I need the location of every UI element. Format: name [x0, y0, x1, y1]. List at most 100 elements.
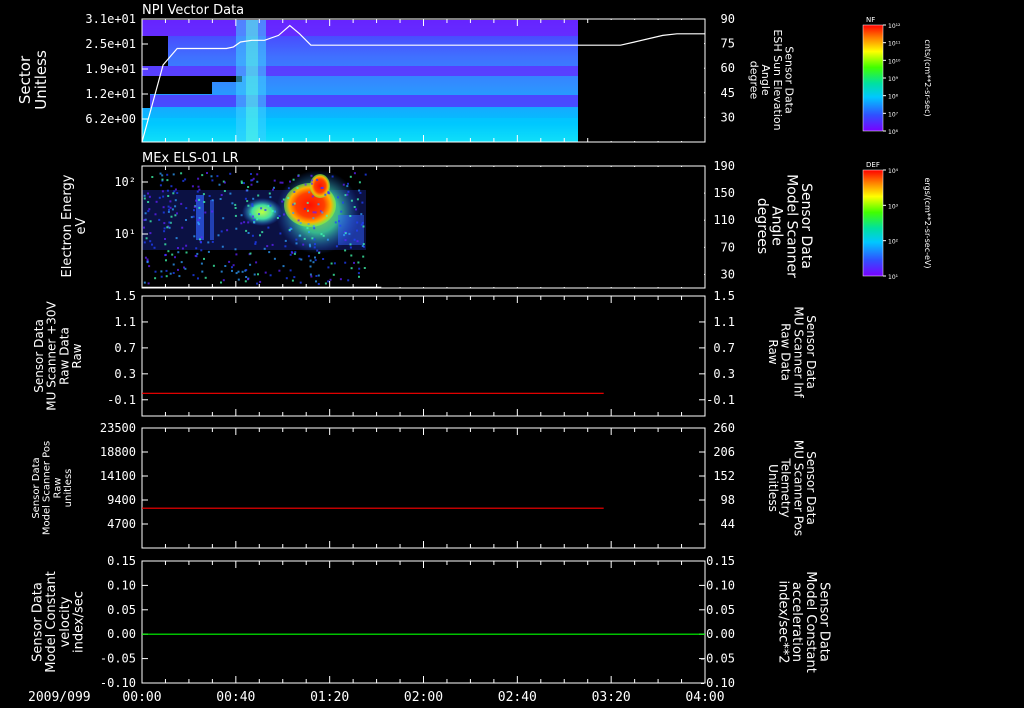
els-speckle-dot	[185, 207, 188, 210]
els-speckle-dot	[204, 276, 207, 279]
els-speckle-dot	[330, 262, 333, 265]
els-speckle-dot	[153, 246, 156, 249]
els-speckle-dot	[247, 221, 250, 224]
y-tick-label: -0.10	[100, 676, 136, 690]
els-speckle-dot	[231, 269, 233, 272]
els-speckle-dot	[364, 173, 367, 176]
y-tick-label: 30	[721, 110, 735, 124]
nf-colorbar-bar	[862, 24, 884, 132]
els-speckle-dot	[164, 253, 167, 256]
els-speckle-dot	[143, 281, 146, 284]
els-speckle-dot	[289, 269, 292, 272]
els-speckle-dot	[337, 196, 339, 199]
npi-right-label: Sensor DataESH Sun ElevationAngledegree	[748, 29, 796, 130]
els-speckle-dot	[304, 183, 307, 186]
els-speckle-dot	[243, 221, 246, 224]
nf-colorbar-units-line: cnts/(cm**2-sr-sec)	[923, 39, 932, 116]
els-speckle-dot	[332, 273, 335, 276]
els-speckle-dot	[198, 188, 201, 191]
y-tick-label: 10²	[114, 175, 136, 189]
p5-right-label-line: index/sec**2	[776, 580, 791, 663]
els-speckle-dot	[356, 240, 359, 243]
els-speckle-dot	[344, 232, 347, 235]
els-speckle-dot	[199, 238, 201, 241]
els-speckle-dot	[360, 223, 363, 226]
npi-ylabel-line: Unitless	[32, 50, 50, 110]
els-speckle-dot	[317, 283, 320, 285]
y-tick-label: 30	[721, 267, 735, 281]
els-speckle-dot	[321, 211, 324, 214]
els-speckle-dot	[256, 173, 259, 176]
els-speckle-dot	[234, 207, 237, 209]
els-speckle-dot	[292, 212, 295, 214]
els-speckle-dot	[193, 205, 196, 208]
els-speckle-dot	[149, 220, 152, 223]
els-speckle-dot	[358, 181, 361, 184]
els-speckle-dot	[211, 179, 214, 182]
time-tick-label: 00:00	[122, 690, 161, 705]
els-ylabel: Electron EnergyeV	[60, 174, 89, 277]
els-speckle-dot	[339, 224, 342, 227]
els-speckle-dot	[256, 218, 259, 221]
y-tick-label: -0.05	[100, 652, 136, 666]
els-speckle-dot	[333, 262, 336, 265]
els-speckle-dot	[221, 245, 224, 248]
y-tick-label: 0.10	[107, 578, 136, 592]
p4-ylabel: Sensor Data Model Scanner Pos Raw unitless	[31, 441, 74, 535]
els-speckle-dot	[168, 208, 170, 211]
els-speckle-dot	[306, 201, 309, 204]
els-speckle-dot	[245, 269, 248, 271]
els-speckle-dot	[149, 240, 152, 243]
p4-ylabel-line: Sensor Data	[31, 457, 42, 518]
els-speckle-dot	[267, 205, 270, 208]
els-speckle-dot	[159, 172, 162, 175]
els-speckle-dot	[278, 215, 281, 217]
els-speckle-dot	[315, 280, 317, 283]
def-colorbar-tick-label: 10³	[888, 203, 899, 210]
els-speckle-dot	[314, 256, 316, 259]
els-speckle-dot	[250, 173, 252, 175]
p4-right-label: Sensor DataMU Scanner PosTelemetryUnitle…	[766, 440, 818, 536]
panel-frame-3	[141, 295, 706, 417]
els-speckle-dot	[252, 215, 254, 218]
els-right-label-line: Model Scanner	[783, 174, 799, 278]
els-speckle-dot	[362, 225, 365, 228]
els-speckle-dot	[250, 179, 253, 182]
els-speckle-dot	[151, 176, 154, 178]
els-speckle-dot	[338, 220, 341, 223]
els-speckle-dot	[201, 174, 204, 177]
els-speckle-dot	[177, 247, 179, 249]
els-speckle-dot	[258, 213, 260, 216]
els-speckle-dot	[161, 174, 164, 177]
els-speckle-dot	[206, 172, 208, 174]
y-tick-label: 110	[713, 213, 735, 227]
els-speckle-dot	[154, 270, 157, 273]
els-speckle-dot	[220, 230, 223, 233]
els-speckle-dot	[200, 236, 203, 239]
els-speckle-dot	[198, 206, 201, 209]
els-speckle-dot	[293, 202, 296, 205]
els-speckle-dot	[293, 252, 296, 255]
els-speckle-dot	[320, 233, 323, 236]
y-tick-label: 0.3	[114, 367, 136, 381]
panel-frame-4	[141, 427, 706, 549]
els-speckle-dot	[297, 175, 300, 177]
els-speckle-dot	[312, 211, 315, 214]
els-speckle-dot	[273, 179, 276, 182]
els-speckle-dot	[295, 238, 298, 241]
els-speckle-dot	[284, 245, 287, 248]
els-speckle-dot	[173, 190, 176, 193]
els-speckle-dot	[203, 257, 205, 260]
els-speckle-dot	[298, 234, 301, 237]
els-speckle-dot	[182, 179, 185, 182]
els-speckle-dot	[271, 210, 274, 213]
els-speckle-dot	[197, 185, 200, 188]
els-speckle-dot	[161, 190, 164, 193]
els-speckle-dot	[246, 200, 249, 203]
els-speckle-dot	[299, 222, 302, 225]
y-tick-label: 0.7	[114, 341, 136, 355]
els-speckle-dot	[356, 198, 359, 201]
els-speckle-dot	[180, 261, 183, 264]
p3-ylabel: Sensor DataMU Scanner +30VRaw DataRaw	[32, 301, 84, 411]
els-speckle-dot	[200, 241, 202, 244]
